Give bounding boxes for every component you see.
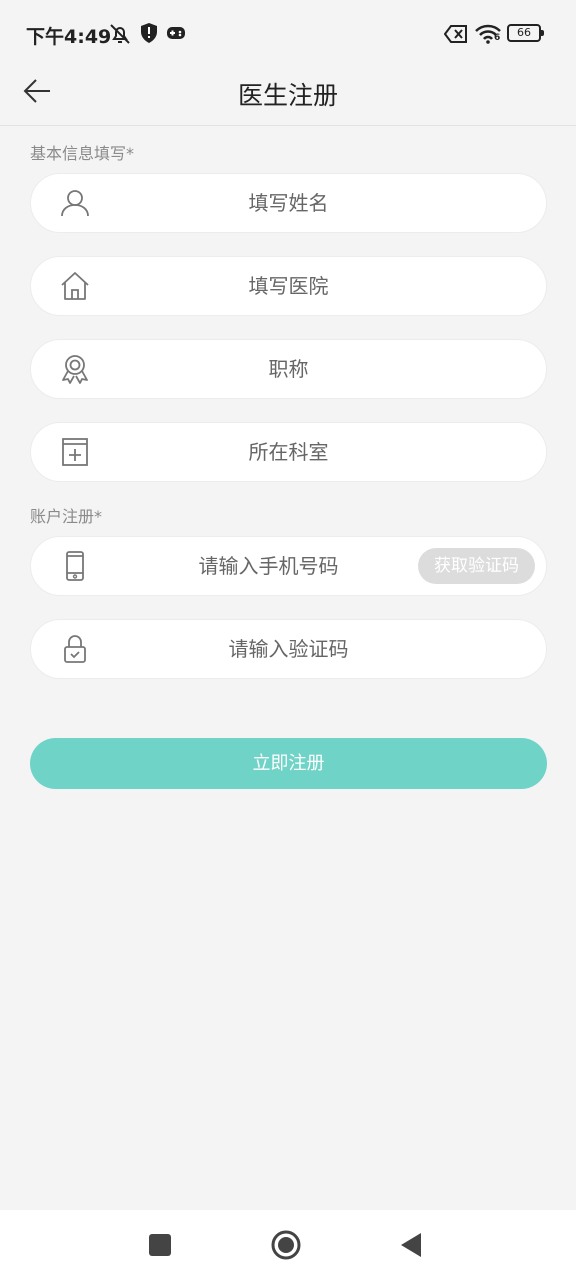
mobile-phone-icon — [66, 551, 84, 581]
hospital-input[interactable] — [111, 257, 466, 315]
code-field[interactable] — [30, 619, 547, 679]
medical-box-icon — [62, 438, 88, 466]
lock-icon — [64, 635, 86, 663]
battery-level: 66 — [517, 26, 531, 39]
name-input[interactable] — [111, 174, 466, 232]
phone-input[interactable] — [131, 537, 406, 595]
doctor-registration-screen: 下午4:49 6 66 医生注册 基本信息填写* 填写姓名 填写医院 职称 所在… — [0, 0, 576, 1280]
status-bar: 下午4:49 6 66 — [0, 0, 576, 68]
account-label: 账户注册* — [30, 507, 103, 526]
muted-bell-icon — [110, 24, 130, 44]
code-input[interactable] — [111, 620, 466, 678]
get-code-button[interactable]: 获取验证码 — [418, 548, 535, 584]
shield-alert-icon — [141, 23, 157, 43]
award-badge-icon — [62, 355, 88, 384]
register-button[interactable]: 立即注册 — [30, 738, 547, 789]
department-input[interactable] — [111, 423, 466, 481]
status-time: 下午4:49 — [26, 26, 112, 48]
back-triangle-icon[interactable] — [394, 1227, 430, 1263]
basic-info-label: 基本信息填写* — [30, 144, 135, 163]
department-field[interactable] — [30, 422, 547, 482]
navigation-bar — [0, 1210, 576, 1280]
header: 医生注册 — [0, 68, 576, 126]
wifi-label: 6 — [494, 33, 501, 43]
no-sim-icon — [444, 25, 467, 43]
battery-cap — [541, 30, 544, 36]
house-icon — [61, 272, 89, 300]
name-field[interactable] — [30, 173, 547, 233]
recent-apps-icon[interactable] — [142, 1227, 178, 1263]
title-field[interactable] — [30, 339, 547, 399]
page-title: 医生注册 — [237, 81, 338, 110]
user-icon — [61, 190, 89, 217]
hospital-field[interactable] — [30, 256, 547, 316]
home-icon[interactable] — [268, 1227, 304, 1263]
gamepad-icon — [167, 27, 185, 39]
job-title-input[interactable] — [111, 340, 466, 398]
battery-indicator: 66 — [507, 24, 541, 42]
phone-field[interactable]: 获取验证码 — [30, 536, 547, 596]
